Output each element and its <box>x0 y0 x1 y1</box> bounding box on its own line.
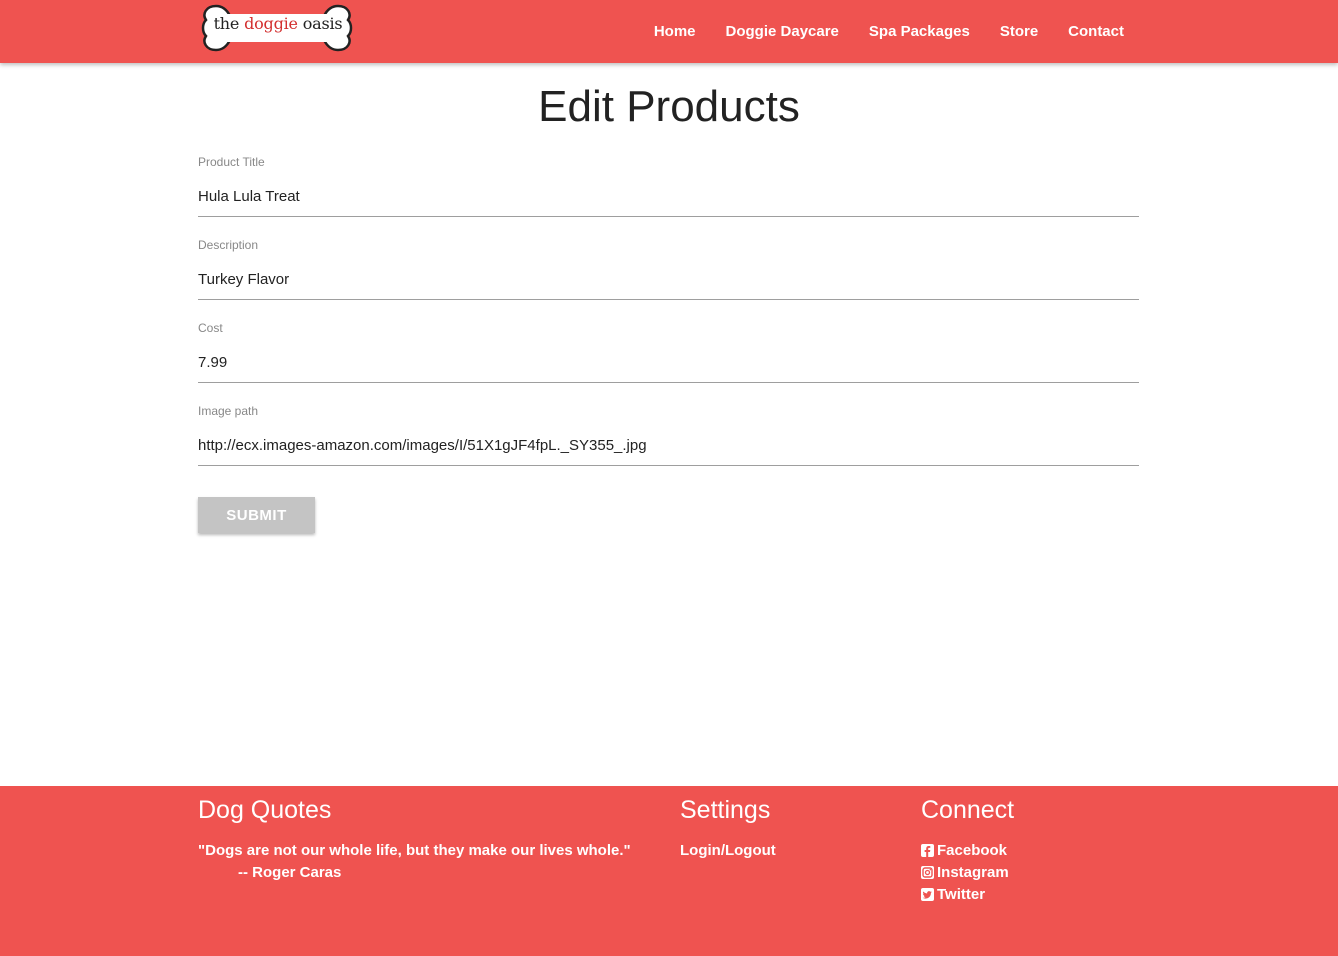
product-title-field: Product Title <box>198 150 1139 233</box>
nav-spa-packages[interactable]: Spa Packages <box>869 23 970 40</box>
twitter-icon <box>921 888 934 901</box>
logo-text: the doggie oasis <box>210 14 346 33</box>
twitter-link[interactable]: Twitter <box>921 886 985 903</box>
description-input[interactable] <box>198 260 1139 300</box>
top-navbar: the doggie oasis Home Doggie Daycare Spa… <box>0 0 1338 63</box>
instagram-link[interactable]: Instagram <box>921 864 1009 881</box>
nav-doggie-daycare[interactable]: Doggie Daycare <box>726 23 839 40</box>
settings-heading: Settings <box>680 796 771 824</box>
logo-highlight: doggie <box>244 14 298 33</box>
twitter-label: Twitter <box>937 886 986 903</box>
logo-prefix: the <box>213 14 240 33</box>
nav-store[interactable]: Store <box>1000 23 1038 40</box>
image-path-label: Image path <box>198 404 259 418</box>
doggie-oasis-logo[interactable]: the doggie oasis <box>198 0 358 56</box>
nav-contact[interactable]: Contact <box>1068 23 1124 40</box>
dog-quotes-heading: Dog Quotes <box>198 796 332 824</box>
description-field: Description <box>198 233 1139 316</box>
image-path-field: Image path <box>198 399 1139 482</box>
footer: Dog Quotes "Dogs are not our whole life,… <box>0 786 1338 956</box>
nav-home[interactable]: Home <box>654 23 696 40</box>
cost-input[interactable] <box>198 343 1139 383</box>
dog-quote-author: -- Roger Caras <box>238 864 342 881</box>
edit-product-form: Product Title Description Cost Image pat… <box>198 150 1139 482</box>
cost-field: Cost <box>198 316 1139 399</box>
instagram-label: Instagram <box>937 864 1009 881</box>
page-title: Edit Products <box>538 82 800 131</box>
image-path-input[interactable] <box>198 426 1139 466</box>
product-title-input[interactable] <box>198 177 1139 217</box>
facebook-label: Facebook <box>937 842 1008 859</box>
connect-heading: Connect <box>921 796 1015 824</box>
instagram-icon <box>921 866 934 879</box>
dog-quote-text: "Dogs are not our whole life, but they m… <box>198 842 631 859</box>
logo-suffix: oasis <box>302 14 343 33</box>
nav-links: Home Doggie Daycare Spa Packages Store C… <box>624 0 1124 63</box>
cost-label: Cost <box>198 321 223 335</box>
facebook-icon <box>921 844 934 857</box>
description-label: Description <box>198 238 259 252</box>
facebook-link[interactable]: Facebook <box>921 842 1007 859</box>
submit-button[interactable]: SUBMIT <box>198 497 315 533</box>
product-title-label: Product Title <box>198 155 265 169</box>
login-logout-link[interactable]: Login/Logout <box>680 842 776 859</box>
